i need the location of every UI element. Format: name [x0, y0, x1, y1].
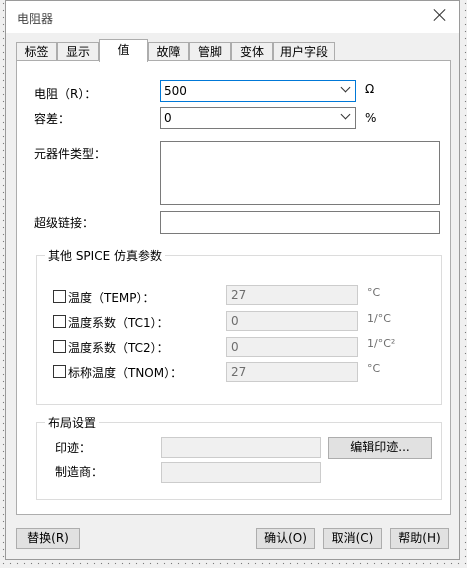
spice-params-group: 其他 SPICE 仿真参数 温度（TEMP）： 27 °C 温度系数（TC1）：… — [36, 247, 442, 405]
tc2-checkbox[interactable] — [53, 340, 66, 353]
temp-value: 27 — [231, 288, 247, 302]
tab-variant[interactable]: 变体 — [231, 42, 273, 61]
tc1-checkbox[interactable] — [53, 315, 66, 328]
tab-display[interactable]: 显示 — [57, 42, 99, 61]
tab-user-fields[interactable]: 用户字段 — [273, 42, 335, 61]
chevron-down-icon — [340, 82, 351, 93]
manufacturer-input[interactable] — [161, 462, 321, 483]
tc2-input[interactable]: 0 — [226, 337, 358, 357]
ok-button[interactable]: 确认(O) — [256, 528, 315, 549]
layout-group-title: 布局设置 — [45, 414, 100, 431]
component-type-textarea[interactable] — [160, 141, 440, 205]
tc1-input[interactable]: 0 — [226, 311, 358, 331]
footprint-input[interactable] — [161, 437, 321, 458]
tolerance-value: 0 — [164, 111, 172, 125]
temp-input[interactable]: 27 — [226, 285, 358, 305]
resistance-label: 电阻（R）： — [34, 87, 97, 101]
close-icon[interactable] — [430, 6, 450, 26]
resistor-dialog: 电阻器 标签 显示 值 故障 管脚 变体 用户字段 电阻（R）： 500 Ω 容… — [5, 0, 460, 560]
tnom-input[interactable]: 27 — [226, 362, 358, 382]
tab-label[interactable]: 标签 — [16, 42, 57, 61]
tab-fault[interactable]: 故障 — [148, 42, 189, 61]
manufacturer-label: 制造商： — [55, 465, 104, 479]
edit-footprint-button[interactable]: 编辑印迹... — [328, 437, 432, 459]
replace-button[interactable]: 替换(R) — [16, 528, 80, 549]
chevron-down-icon — [340, 109, 351, 120]
tc2-unit: 1/°C² — [367, 337, 396, 350]
tab-value[interactable]: 值 — [99, 39, 148, 62]
tnom-value: 27 — [231, 365, 247, 379]
resistance-value: 500 — [164, 84, 187, 98]
cancel-button[interactable]: 取消(C) — [323, 528, 382, 549]
layout-settings-group: 布局设置 印迹： 编辑印迹... 制造商： — [36, 414, 442, 500]
hyperlink-input[interactable] — [160, 211, 440, 234]
temp-checkbox[interactable] — [53, 290, 66, 303]
tc2-label: 温度系数（TC2）： — [68, 341, 169, 355]
temp-unit: °C — [367, 286, 381, 299]
tnom-unit: °C — [367, 362, 381, 375]
tab-pins[interactable]: 管脚 — [189, 42, 231, 61]
tnom-label: 标称温度（TNOM）： — [68, 366, 183, 380]
tc1-value: 0 — [231, 314, 239, 328]
component-type-label: 元器件类型： — [34, 147, 107, 161]
resistance-unit: Ω — [365, 82, 375, 96]
tolerance-label: 容差： — [34, 112, 71, 126]
tc1-label: 温度系数（TC1）： — [68, 316, 169, 330]
tc1-unit: 1/°C — [367, 312, 391, 325]
value-tab-panel: 电阻（R）： 500 Ω 容差： 0 % 元器件类型： 超级链接： 其他 SPI… — [16, 60, 451, 515]
tc2-value: 0 — [231, 340, 239, 354]
tolerance-select[interactable]: 0 — [160, 107, 356, 129]
spice-group-title: 其他 SPICE 仿真参数 — [45, 247, 165, 264]
resistance-select[interactable]: 500 — [160, 80, 356, 102]
footprint-label: 印迹： — [55, 441, 92, 455]
window-title: 电阻器 — [17, 12, 54, 26]
help-button[interactable]: 帮助(H) — [390, 528, 449, 549]
tolerance-unit: % — [365, 111, 377, 125]
title-bar: 电阻器 — [6, 1, 459, 33]
tnom-checkbox[interactable] — [53, 365, 66, 378]
temp-label: 温度（TEMP）： — [68, 291, 155, 305]
hyperlink-label: 超级链接： — [34, 216, 95, 230]
